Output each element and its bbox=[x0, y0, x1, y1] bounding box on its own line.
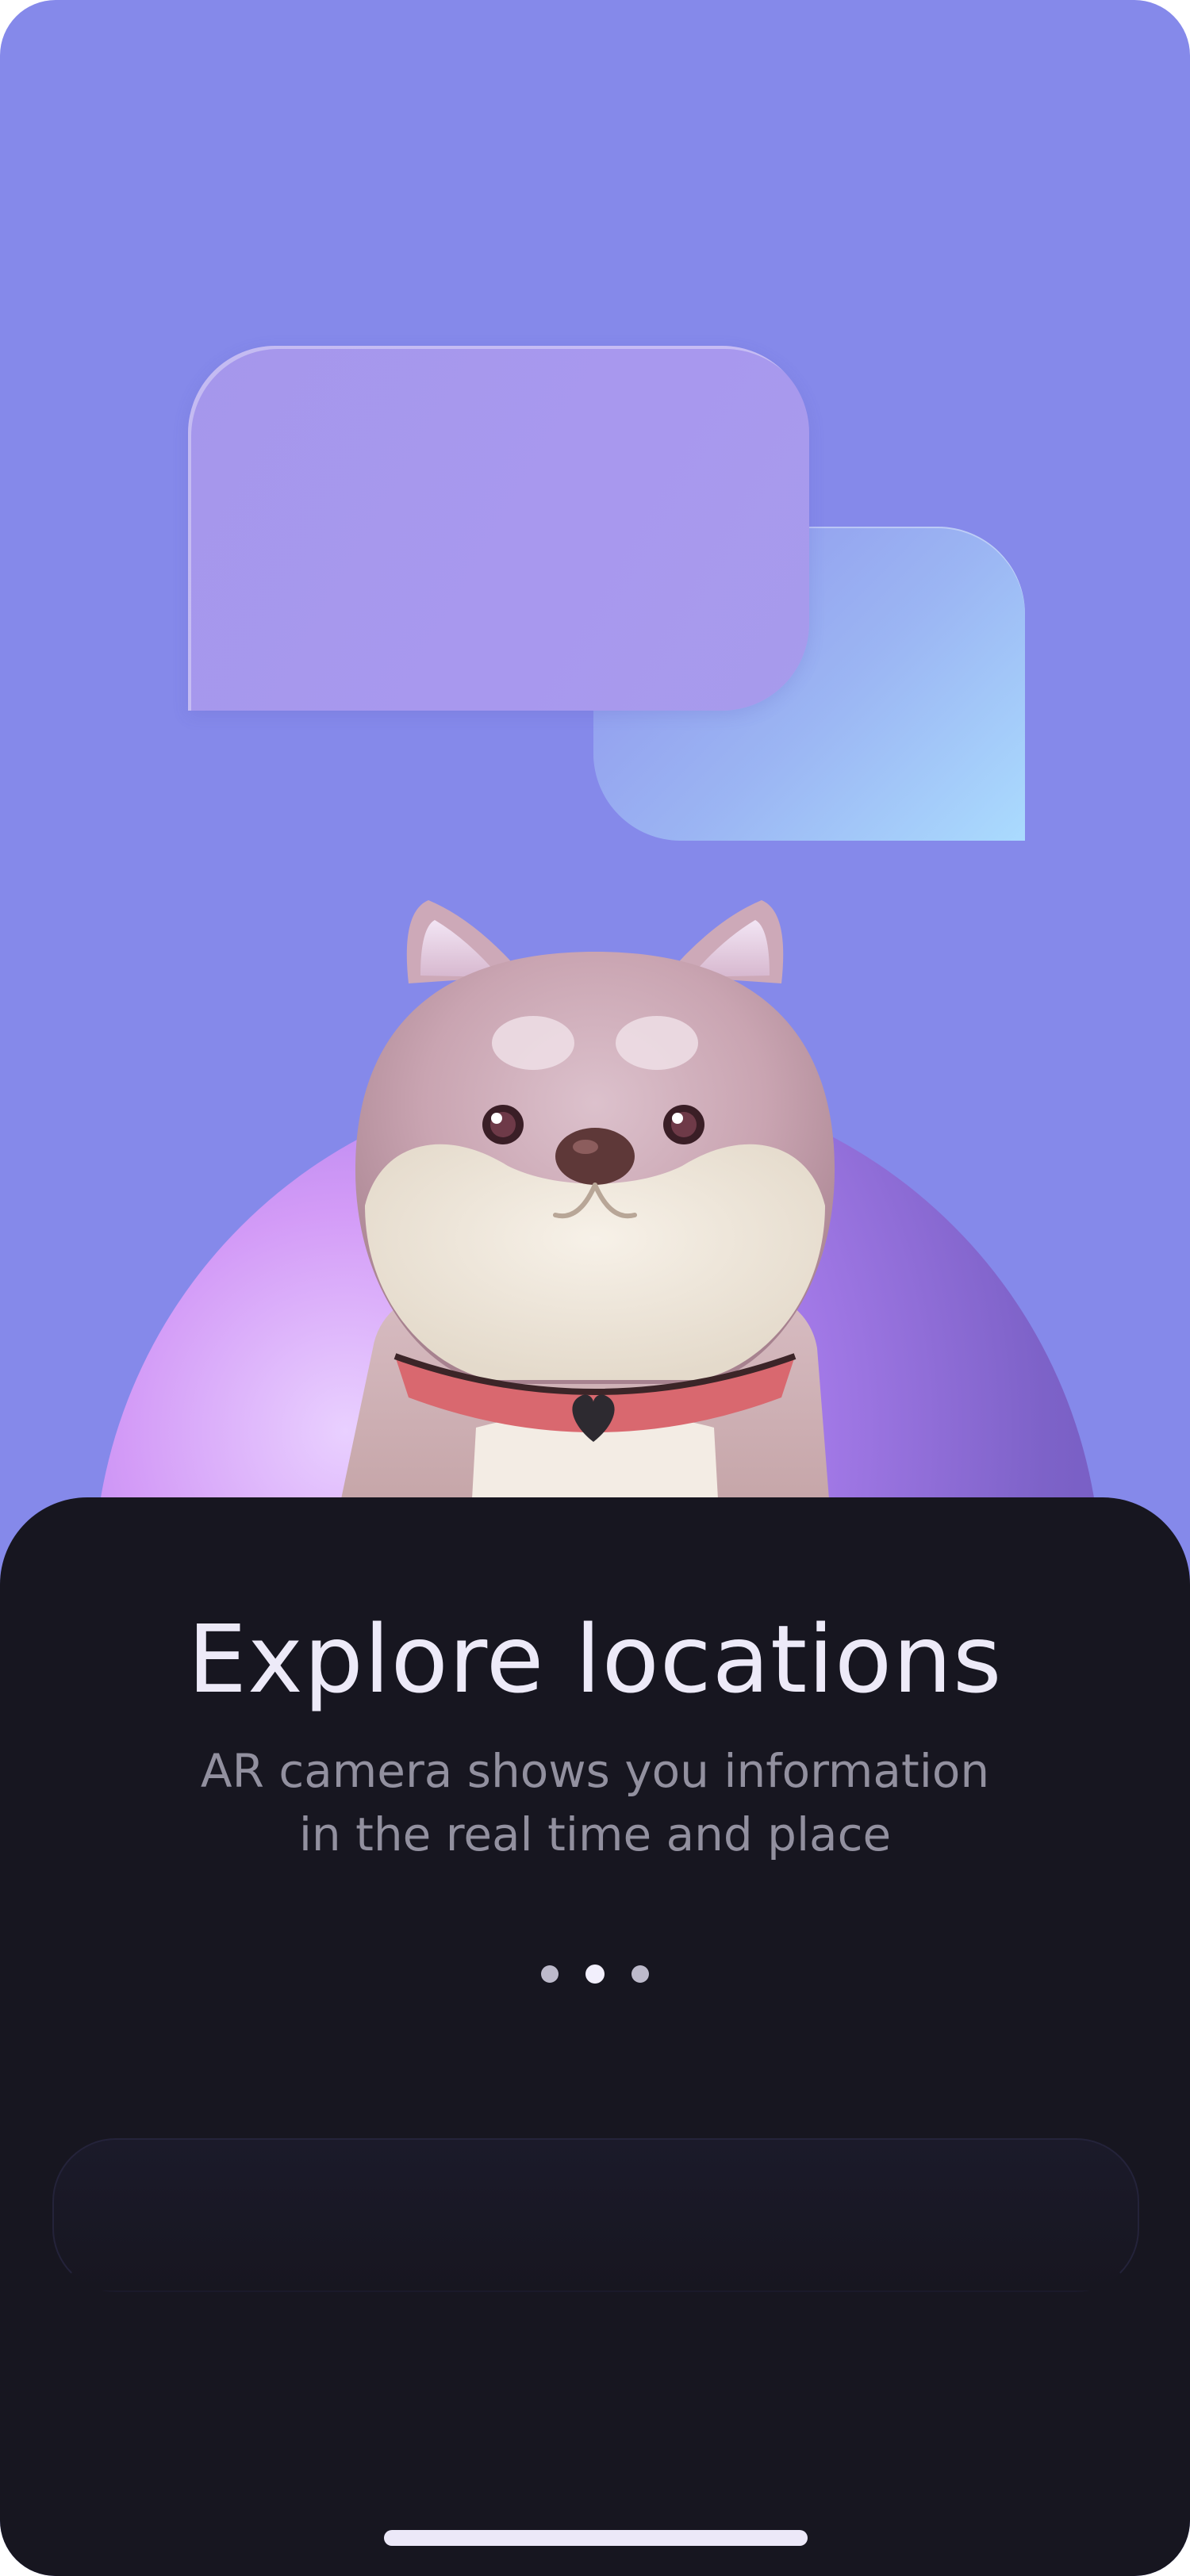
hero-illustration bbox=[0, 0, 1190, 2086]
page-title: Explore locations bbox=[187, 1604, 1003, 1714]
subtitle-line-2: in the real time and place bbox=[298, 1807, 892, 1861]
dog-mascot-icon bbox=[341, 900, 835, 1499]
onboarding-screen: Explore locations AR camera shows you in… bbox=[0, 0, 1190, 2576]
page-dot-3[interactable] bbox=[631, 1965, 649, 1983]
home-indicator[interactable] bbox=[384, 2530, 808, 2546]
subtitle-line-1: AR camera shows you information bbox=[200, 1744, 990, 1798]
page-dot-1[interactable] bbox=[541, 1965, 559, 1983]
page-subtitle: AR camera shows you information in the r… bbox=[0, 1739, 1190, 1866]
page-indicator bbox=[0, 1965, 1190, 1984]
page-dot-2[interactable] bbox=[585, 1965, 605, 1984]
continue-button[interactable] bbox=[52, 2138, 1139, 2292]
